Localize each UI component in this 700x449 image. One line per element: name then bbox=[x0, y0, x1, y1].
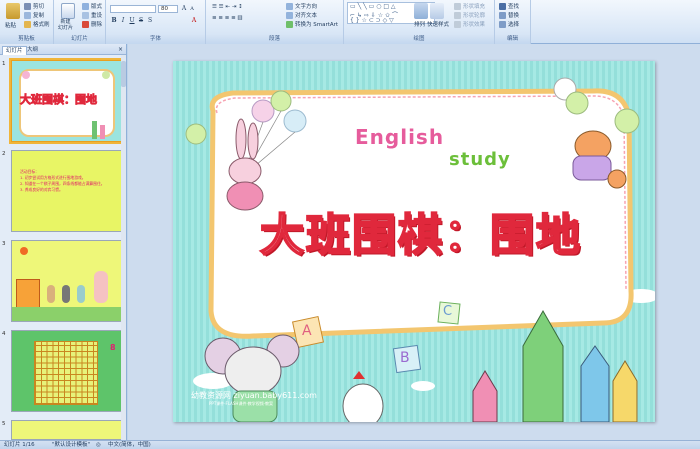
reset-button[interactable]: 重设 bbox=[82, 11, 102, 19]
theme-name: "默认设计模板" bbox=[52, 442, 91, 448]
sun-icon bbox=[20, 247, 28, 255]
thumb-number: 2 bbox=[2, 151, 6, 157]
ribbon: 粘贴 剪切 复制 格式刷 剪贴板 新建 幻灯片 版式 重设 删除 幻灯片 80 A… bbox=[0, 0, 700, 44]
replace-button[interactable]: 替换 bbox=[499, 11, 519, 19]
cut-button[interactable]: 剪切 bbox=[24, 2, 44, 10]
font-color-button[interactable]: A bbox=[190, 17, 198, 25]
paste-button[interactable]: 粘贴 bbox=[5, 21, 16, 29]
font-group: 80 A A B I U S S A 字体 bbox=[106, 0, 206, 44]
slides-group: 新建 幻灯片 版式 重设 删除 幻灯片 bbox=[54, 0, 106, 44]
brush-icon bbox=[24, 21, 31, 28]
font-size-combo[interactable]: 80 bbox=[158, 5, 178, 13]
thumb-number: 4 bbox=[2, 331, 6, 337]
slide-thumbnail-4[interactable]: 8 bbox=[11, 330, 122, 412]
format-painter-button[interactable]: 格式刷 bbox=[24, 20, 50, 28]
copy-icon bbox=[24, 12, 31, 19]
study-text: study bbox=[449, 149, 511, 170]
watermark: 幼教资源网 ziyuan.baby611.com bbox=[191, 391, 317, 400]
layout-icon bbox=[82, 3, 89, 10]
house-icon bbox=[16, 279, 40, 309]
quick-styles-button[interactable]: 快速样式 bbox=[427, 20, 449, 28]
slide-thumbnail-3[interactable] bbox=[11, 240, 122, 322]
find-button[interactable]: 查找 bbox=[499, 2, 519, 10]
italic-button[interactable]: I bbox=[119, 17, 127, 25]
align-text-icon bbox=[286, 12, 293, 19]
bullets-button[interactable]: ☰ ☰ ⇤ ⇥ ↕ bbox=[212, 4, 243, 10]
delete-button[interactable]: 删除 bbox=[82, 20, 102, 28]
bold-button[interactable]: B bbox=[110, 17, 118, 25]
english-text: English bbox=[355, 125, 445, 149]
editing-group-label: 编辑 bbox=[495, 35, 530, 44]
new-slide-icon[interactable] bbox=[61, 3, 75, 19]
spellcheck-icon[interactable]: ◎ bbox=[96, 441, 101, 449]
outline-icon bbox=[454, 12, 461, 19]
grow-font-button[interactable]: A bbox=[180, 5, 188, 13]
arrange-icon[interactable] bbox=[414, 3, 428, 19]
slide-count: 幻灯片 1/16 bbox=[4, 442, 35, 448]
clipboard-group-label: 剪贴板 bbox=[0, 35, 53, 44]
shape-fill-button[interactable]: 形状填充 bbox=[454, 2, 485, 10]
paste-icon[interactable] bbox=[6, 3, 20, 19]
layout-button[interactable]: 版式 bbox=[82, 2, 102, 10]
align-text-button[interactable]: 对齐文本 bbox=[286, 11, 317, 19]
text-direction-icon bbox=[286, 3, 293, 10]
select-button[interactable]: 选择 bbox=[499, 20, 519, 28]
close-icon[interactable]: × bbox=[118, 46, 123, 53]
clipboard-group: 粘贴 剪切 复制 格式刷 剪贴板 bbox=[0, 0, 54, 44]
smartart-button[interactable]: 转换为 SmartArt bbox=[286, 20, 338, 28]
font-group-label: 字体 bbox=[106, 35, 205, 44]
slide-thumbnail-1[interactable]: 大班围棋：围地 bbox=[9, 58, 124, 144]
smartart-icon bbox=[286, 21, 293, 28]
slide-editor: English study 大班围棋：围地 A B C 幼教资源网 ziyuan… bbox=[128, 44, 700, 440]
shape-outline-button[interactable]: 形状轮廓 bbox=[454, 11, 485, 19]
slides-panel: 幻灯片 大纲 × 1 大班围棋：围地 2 活动目标： 1. 初步尝试用方格形式进… bbox=[0, 44, 127, 440]
font-name-combo[interactable] bbox=[110, 5, 156, 13]
drawing-group: ▭ ╲ ╲ ▭ ○ □ △ ⌐ ↳ ⇨ ⇩ ☆ ✩ ⌒ { } ☆ ⊂ ⊃ ◇ … bbox=[344, 0, 495, 44]
slide-thumbnail-5[interactable] bbox=[11, 420, 122, 440]
slides-group-label: 幻灯片 bbox=[54, 35, 105, 44]
shadow-button[interactable]: S bbox=[146, 17, 154, 25]
reset-icon bbox=[82, 12, 89, 19]
tab-slides[interactable]: 幻灯片 bbox=[2, 46, 27, 55]
new-slide-button[interactable]: 新建 幻灯片 bbox=[58, 19, 73, 31]
binoculars-icon bbox=[499, 3, 506, 10]
thumb-number: 1 bbox=[2, 61, 6, 67]
block-a: A bbox=[302, 323, 312, 339]
shrink-font-button[interactable]: A bbox=[188, 5, 196, 13]
tab-outline[interactable]: 大纲 bbox=[24, 46, 41, 55]
watermark-sub: PPT课件·FLASH课件·教学视频·教案 bbox=[209, 401, 273, 406]
panel-scrollbar[interactable] bbox=[121, 55, 126, 440]
editing-group: 查找 替换 选择 编辑 bbox=[495, 0, 531, 44]
shape-effects-button[interactable]: 形状效果 bbox=[454, 20, 485, 28]
delete-icon bbox=[82, 21, 89, 28]
block-b: B bbox=[400, 350, 410, 366]
grid-board bbox=[34, 341, 98, 405]
scrollbar-thumb[interactable] bbox=[121, 61, 126, 87]
text-direction-button[interactable]: 文字方向 bbox=[286, 2, 317, 10]
status-bar: 幻灯片 1/16 "默认设计模板" ◎ 中文(简体，中国) bbox=[0, 440, 700, 449]
thumb-number: 5 bbox=[2, 421, 6, 427]
align-buttons[interactable]: ≡ ≡ ≡ ≡ ▥ bbox=[212, 15, 243, 21]
slide-canvas[interactable]: English study 大班围棋：围地 A B C 幼教资源网 ziyuan… bbox=[173, 61, 655, 422]
replace-icon bbox=[499, 12, 506, 19]
paragraph-group: ☰ ☰ ⇤ ⇥ ↕ ≡ ≡ ≡ ≡ ▥ 文字方向 对齐文本 转换为 SmartA… bbox=[206, 0, 344, 44]
thumb-number: 3 bbox=[2, 241, 6, 247]
strike-button[interactable]: S bbox=[137, 17, 145, 25]
language: 中文(简体，中国) bbox=[108, 442, 151, 448]
block-c: C bbox=[443, 304, 453, 319]
thumb-title: 大班围棋：围地 bbox=[20, 93, 98, 107]
slide-title[interactable]: 大班围棋：围地 bbox=[221, 199, 621, 263]
cursor-icon bbox=[499, 21, 506, 28]
effects-icon bbox=[454, 21, 461, 28]
copy-button[interactable]: 复制 bbox=[24, 11, 44, 19]
scissors-icon bbox=[24, 3, 31, 10]
slide-thumbnail-2[interactable]: 活动目标： 1. 初步尝试用方格形式进行围地游戏。 2. 知道在一个棋子周围，四… bbox=[11, 150, 122, 232]
drawing-group-label: 绘图 bbox=[344, 35, 494, 44]
paragraph-group-label: 段落 bbox=[206, 35, 343, 44]
panel-tabs: 幻灯片 大纲 × bbox=[0, 44, 126, 55]
fill-icon bbox=[454, 3, 461, 10]
underline-button[interactable]: U bbox=[128, 17, 136, 25]
quick-styles-icon[interactable] bbox=[430, 3, 444, 19]
arrange-button[interactable]: 排列 bbox=[414, 20, 425, 28]
